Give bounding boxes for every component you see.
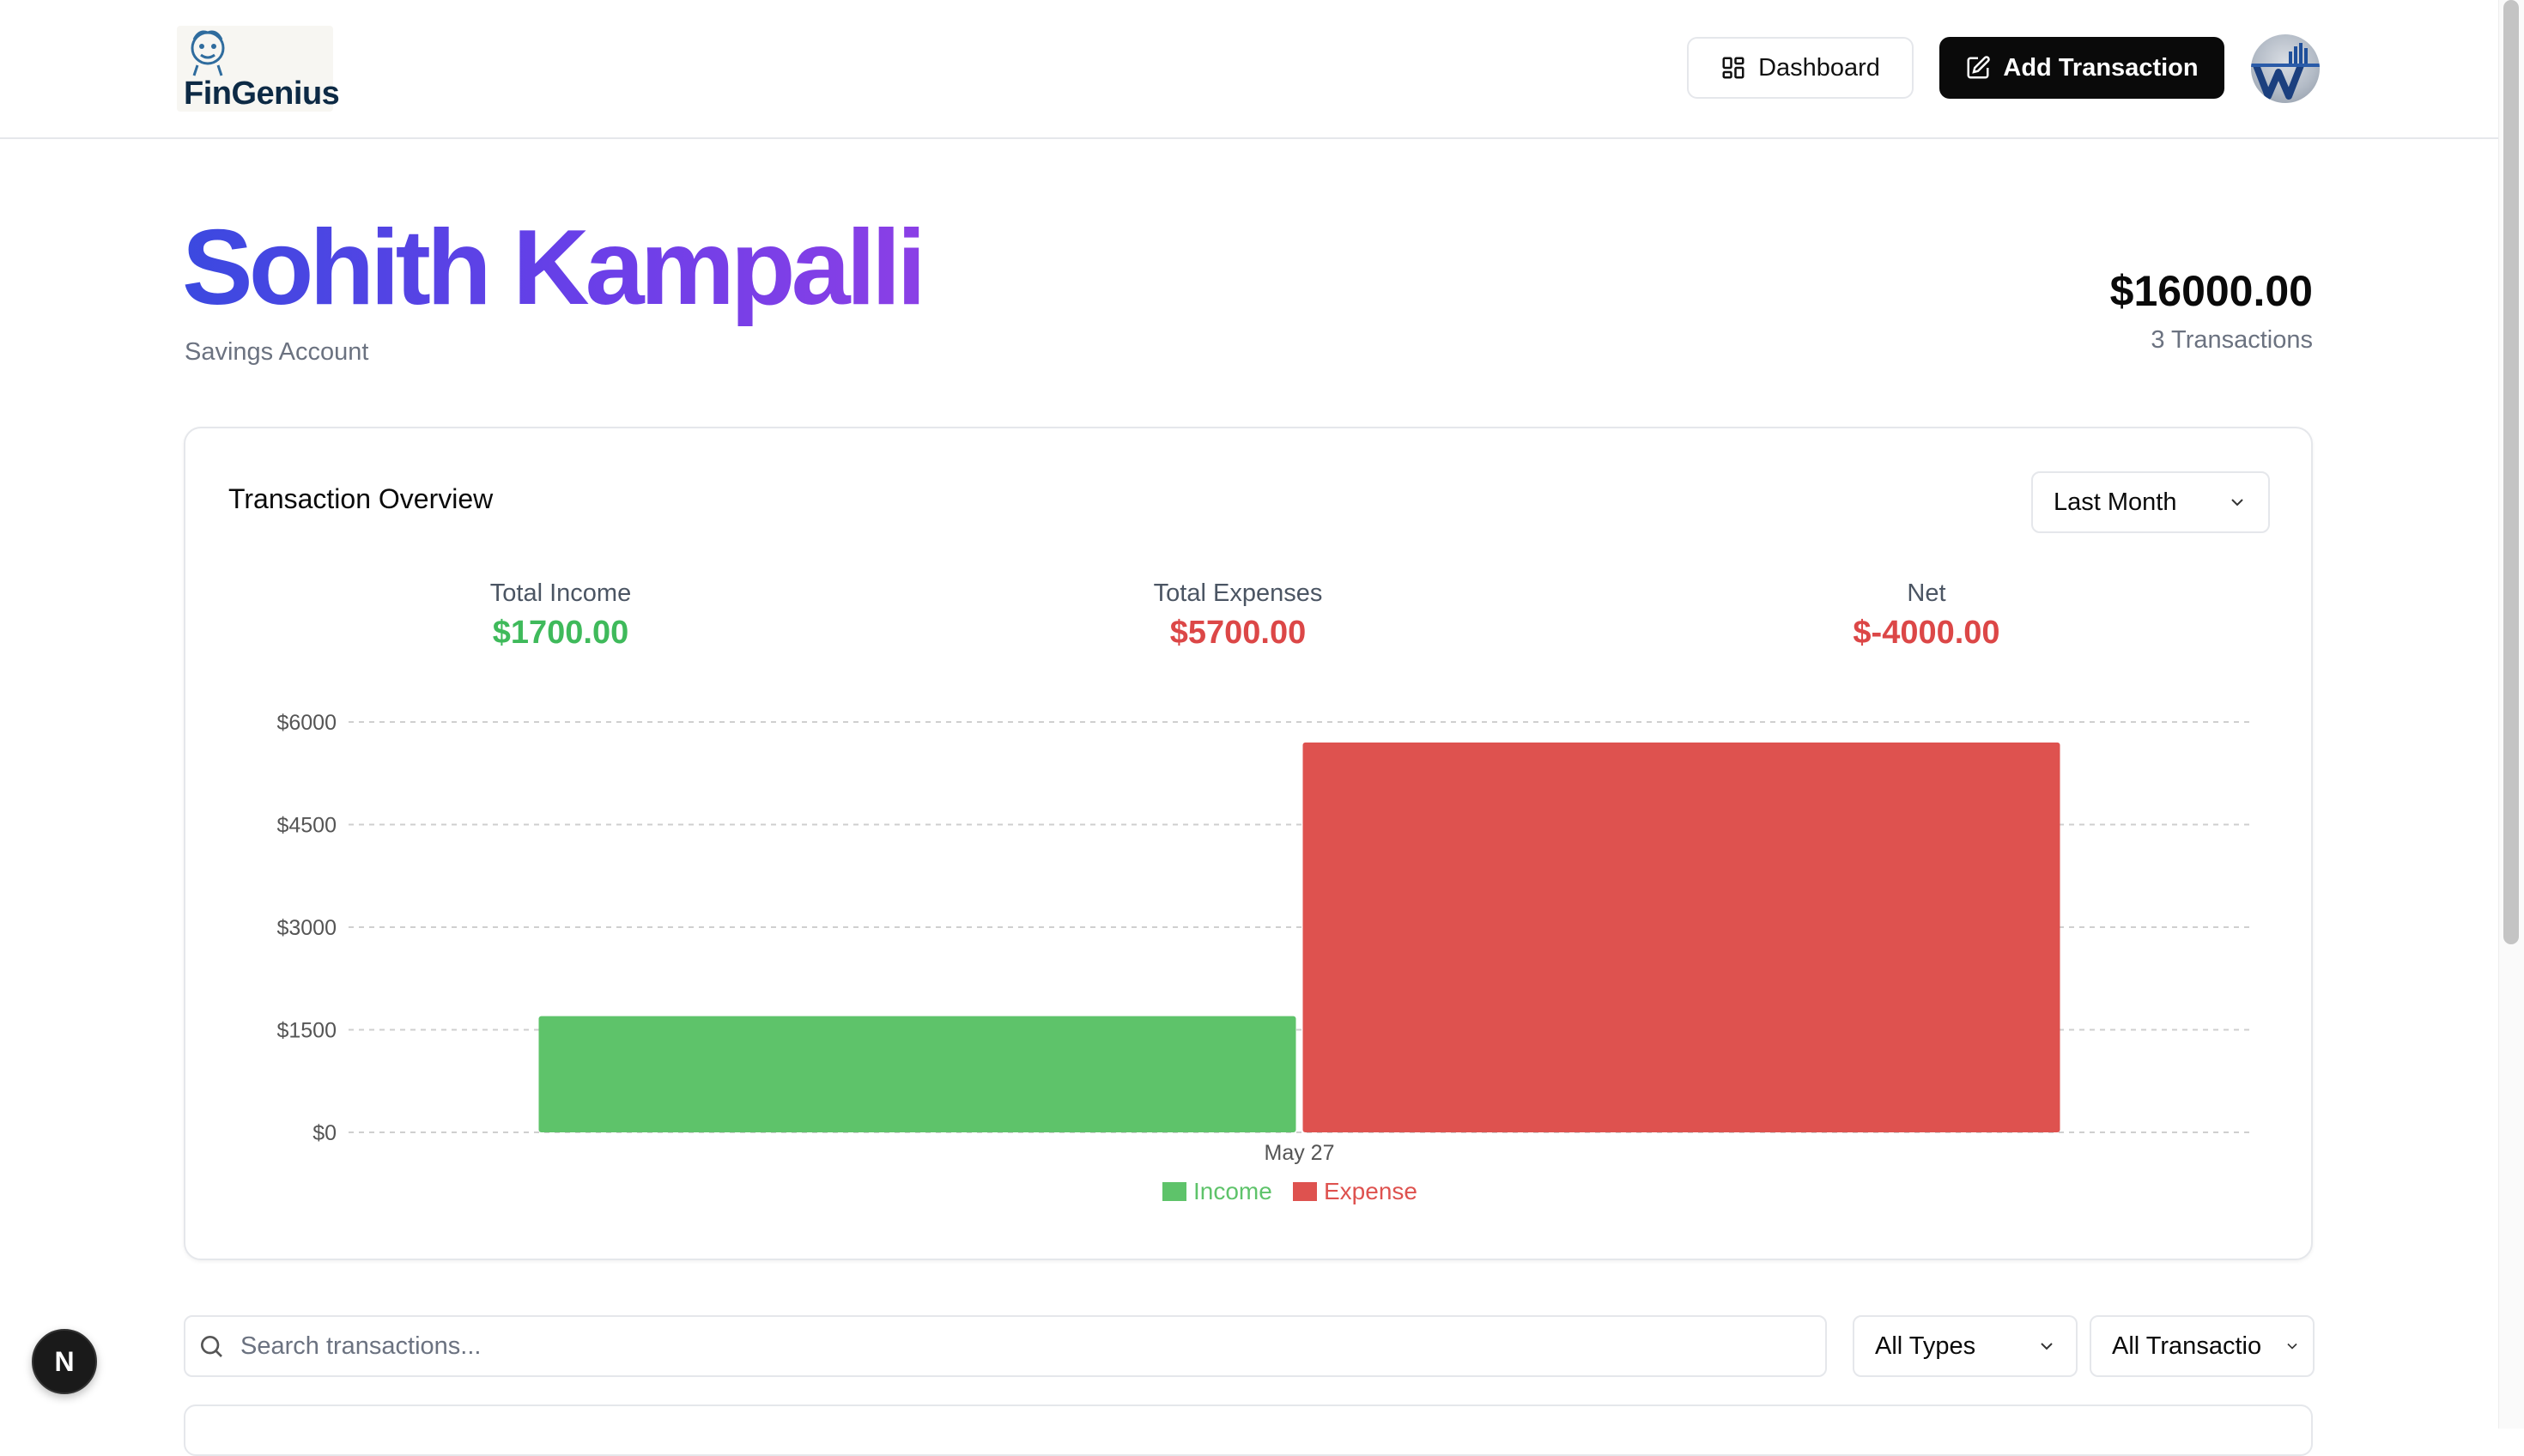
layout-grid-icon: [1722, 57, 1744, 79]
y-tick-label: $0: [312, 1121, 337, 1145]
logo-mascot-icon: [191, 30, 225, 76]
bar-income: [538, 1016, 1296, 1132]
type-filter-select[interactable]: All Types: [1853, 1315, 2078, 1377]
search-box[interactable]: [184, 1315, 1827, 1377]
avatar-image: [2251, 43, 2320, 100]
account-balance: $16000.00: [2109, 267, 2313, 315]
y-tick-label: $6000: [276, 711, 337, 735]
type-filter-value: All Types: [1875, 1332, 1976, 1360]
search-input[interactable]: [239, 1331, 1787, 1362]
account-name: Sohith Kampalli: [182, 209, 926, 327]
chevron-down-icon: [2041, 1343, 2053, 1350]
legend-label-expense: Expense: [1324, 1178, 1417, 1204]
fingenius-logo[interactable]: FinGenius: [177, 26, 340, 112]
dashboard-button-label: Dashboard: [1758, 53, 1880, 82]
y-tick-label: $3000: [276, 916, 337, 940]
nextjs-dev-badge[interactable]: N: [32, 1329, 97, 1394]
transaction-count: 3 Transactions: [2151, 326, 2313, 354]
transaction-filter-value: All Transactio: [2112, 1332, 2262, 1360]
x-tick-label: May 27: [1265, 1141, 1335, 1165]
user-avatar[interactable]: [2251, 34, 2320, 103]
legend-label-income: Income: [1193, 1178, 1272, 1204]
y-tick-label: $4500: [276, 814, 337, 838]
legend-swatch-expense: [1293, 1182, 1317, 1201]
chevron-down-icon: [2287, 1343, 2297, 1350]
legend-swatch-income: [1162, 1182, 1186, 1201]
transaction-filter-select[interactable]: All Transactio: [2090, 1315, 2315, 1377]
y-tick-label: $1500: [276, 1019, 337, 1043]
transaction-overview-card: Transaction Overview Last Month Total In…: [184, 427, 2313, 1260]
top-header: FinGenius Dashboard Add Transaction: [0, 0, 2498, 139]
dashboard-button[interactable]: Dashboard: [1687, 37, 1914, 99]
bar-expense: [1302, 742, 2060, 1132]
search-icon: [201, 1336, 222, 1357]
logo-text: FinGenius: [184, 76, 340, 112]
overview-bar-chart: $0 $1500 $3000 $4500 $6000 May 27 Income Expens…: [276, 711, 2250, 1204]
add-transaction-label: Add Transaction: [2003, 53, 2199, 82]
account-type: Savings Account: [185, 338, 369, 366]
pen-square-icon: [1967, 56, 1991, 79]
transactions-table: [184, 1404, 2313, 1456]
add-transaction-button[interactable]: Add Transaction: [1939, 37, 2224, 99]
scrollbar-thumb[interactable]: [2503, 0, 2519, 944]
